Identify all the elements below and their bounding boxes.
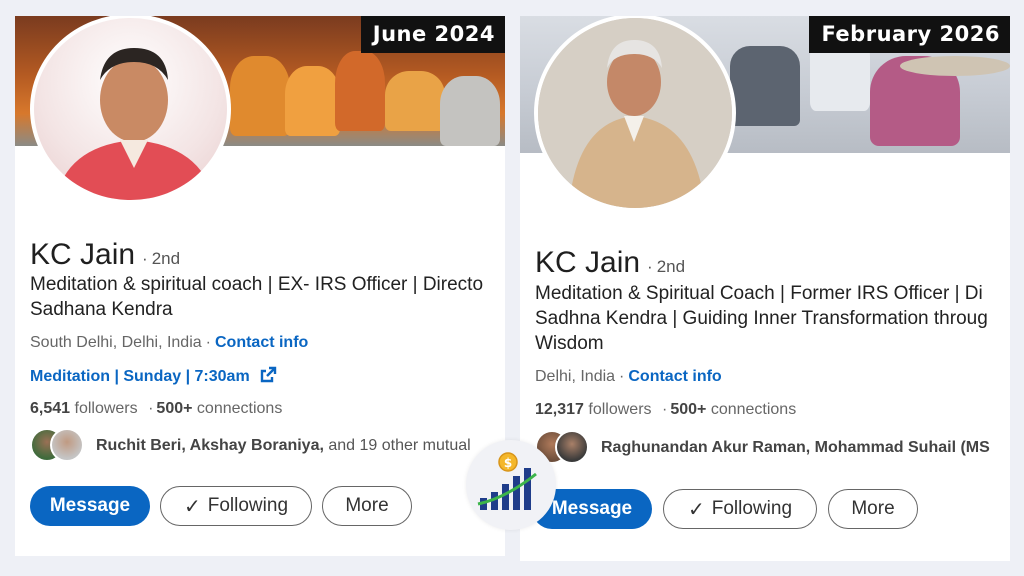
headline-line-1: Meditation & Spiritual Coach | Former IR… [535, 283, 983, 304]
mutual-avatar [50, 428, 84, 462]
name-row: KC Jain 2nd [535, 246, 685, 280]
date-badge: February 2026 [809, 16, 1010, 53]
follower-stats: 6,541 followers · 500+ connections [30, 400, 283, 417]
connections-label: connections [196, 400, 283, 417]
followers-label: followers [74, 400, 138, 417]
date-badge: June 2024 [360, 16, 505, 53]
contact-info-link[interactable]: Contact info [215, 334, 308, 351]
profile-card-june-2024: June 2024 KC Jain 2nd Meditation & spiri… [15, 16, 505, 556]
following-label: Following [711, 498, 793, 519]
connections-label: connections [710, 401, 797, 418]
avatar [534, 16, 736, 212]
headline-line-1: Meditation & spiritual coach | EX- IRS O… [30, 274, 484, 295]
growth-chart-coin-icon: $ [466, 440, 556, 530]
followers-label: followers [588, 401, 652, 418]
mutual-avatars [30, 428, 88, 464]
followers-count: 12,317 [535, 401, 584, 418]
following-button[interactable]: ✓ Following [160, 486, 312, 526]
headline-line-2: Sadhana Kendra [30, 299, 173, 320]
external-link-icon [260, 366, 277, 388]
svg-text:$: $ [504, 456, 512, 470]
mutual-connections[interactable]: Raghunandan Akur Raman, Mohammad Suhail … [535, 430, 990, 466]
name-row: KC Jain 2nd [30, 238, 180, 272]
profile-name: KC Jain [30, 238, 136, 271]
following-label: Following [207, 495, 289, 516]
check-icon: ✓ [687, 498, 705, 521]
headline-line-2: Sadhna Kendra | Guiding Inner Transforma… [535, 308, 988, 329]
mutual-others: and 19 other mutual [328, 437, 471, 454]
mutual-names: Raghunandan Akur Raman, Mohammad Suhail … [601, 439, 990, 456]
mutual-names: Ruchit Beri, Akshay Boraniya, [96, 437, 324, 454]
location: Delhi, India [535, 368, 616, 385]
more-button[interactable]: More [322, 486, 412, 526]
location-row: South Delhi, Delhi, India · Contact info [30, 334, 309, 351]
profile-card-february-2026: February 2026 KC Jain 2nd Meditation & S… [520, 16, 1010, 561]
follower-stats: 12,317 followers · 500+ connections [535, 401, 797, 418]
connections-count: 500+ [156, 400, 193, 417]
headline-line-3: Wisdom [535, 333, 604, 354]
headline: Meditation & spiritual coach | EX- IRS O… [30, 272, 505, 322]
following-button[interactable]: ✓ Following [663, 489, 817, 529]
location: South Delhi, Delhi, India [30, 334, 202, 351]
mutual-connections[interactable]: Ruchit Beri, Akshay Boraniya, and 19 oth… [30, 428, 471, 464]
mutual-avatar [555, 430, 589, 464]
connection-degree: 2nd [142, 249, 180, 269]
location-row: Delhi, India · Contact info [535, 368, 722, 385]
contact-info-link[interactable]: Contact info [628, 368, 721, 385]
check-icon: ✓ [183, 495, 201, 518]
website-label: Meditation | Sunday | 7:30am [30, 368, 250, 385]
message-button[interactable]: Message [30, 486, 150, 526]
avatar [30, 16, 231, 204]
headline: Meditation & Spiritual Coach | Former IR… [535, 281, 1010, 356]
profile-name: KC Jain [535, 246, 641, 279]
connections-count: 500+ [670, 401, 707, 418]
more-button[interactable]: More [828, 489, 918, 529]
connection-degree: 2nd [647, 257, 685, 277]
website-link[interactable]: Meditation | Sunday | 7:30am [30, 366, 277, 388]
followers-count: 6,541 [30, 400, 71, 417]
